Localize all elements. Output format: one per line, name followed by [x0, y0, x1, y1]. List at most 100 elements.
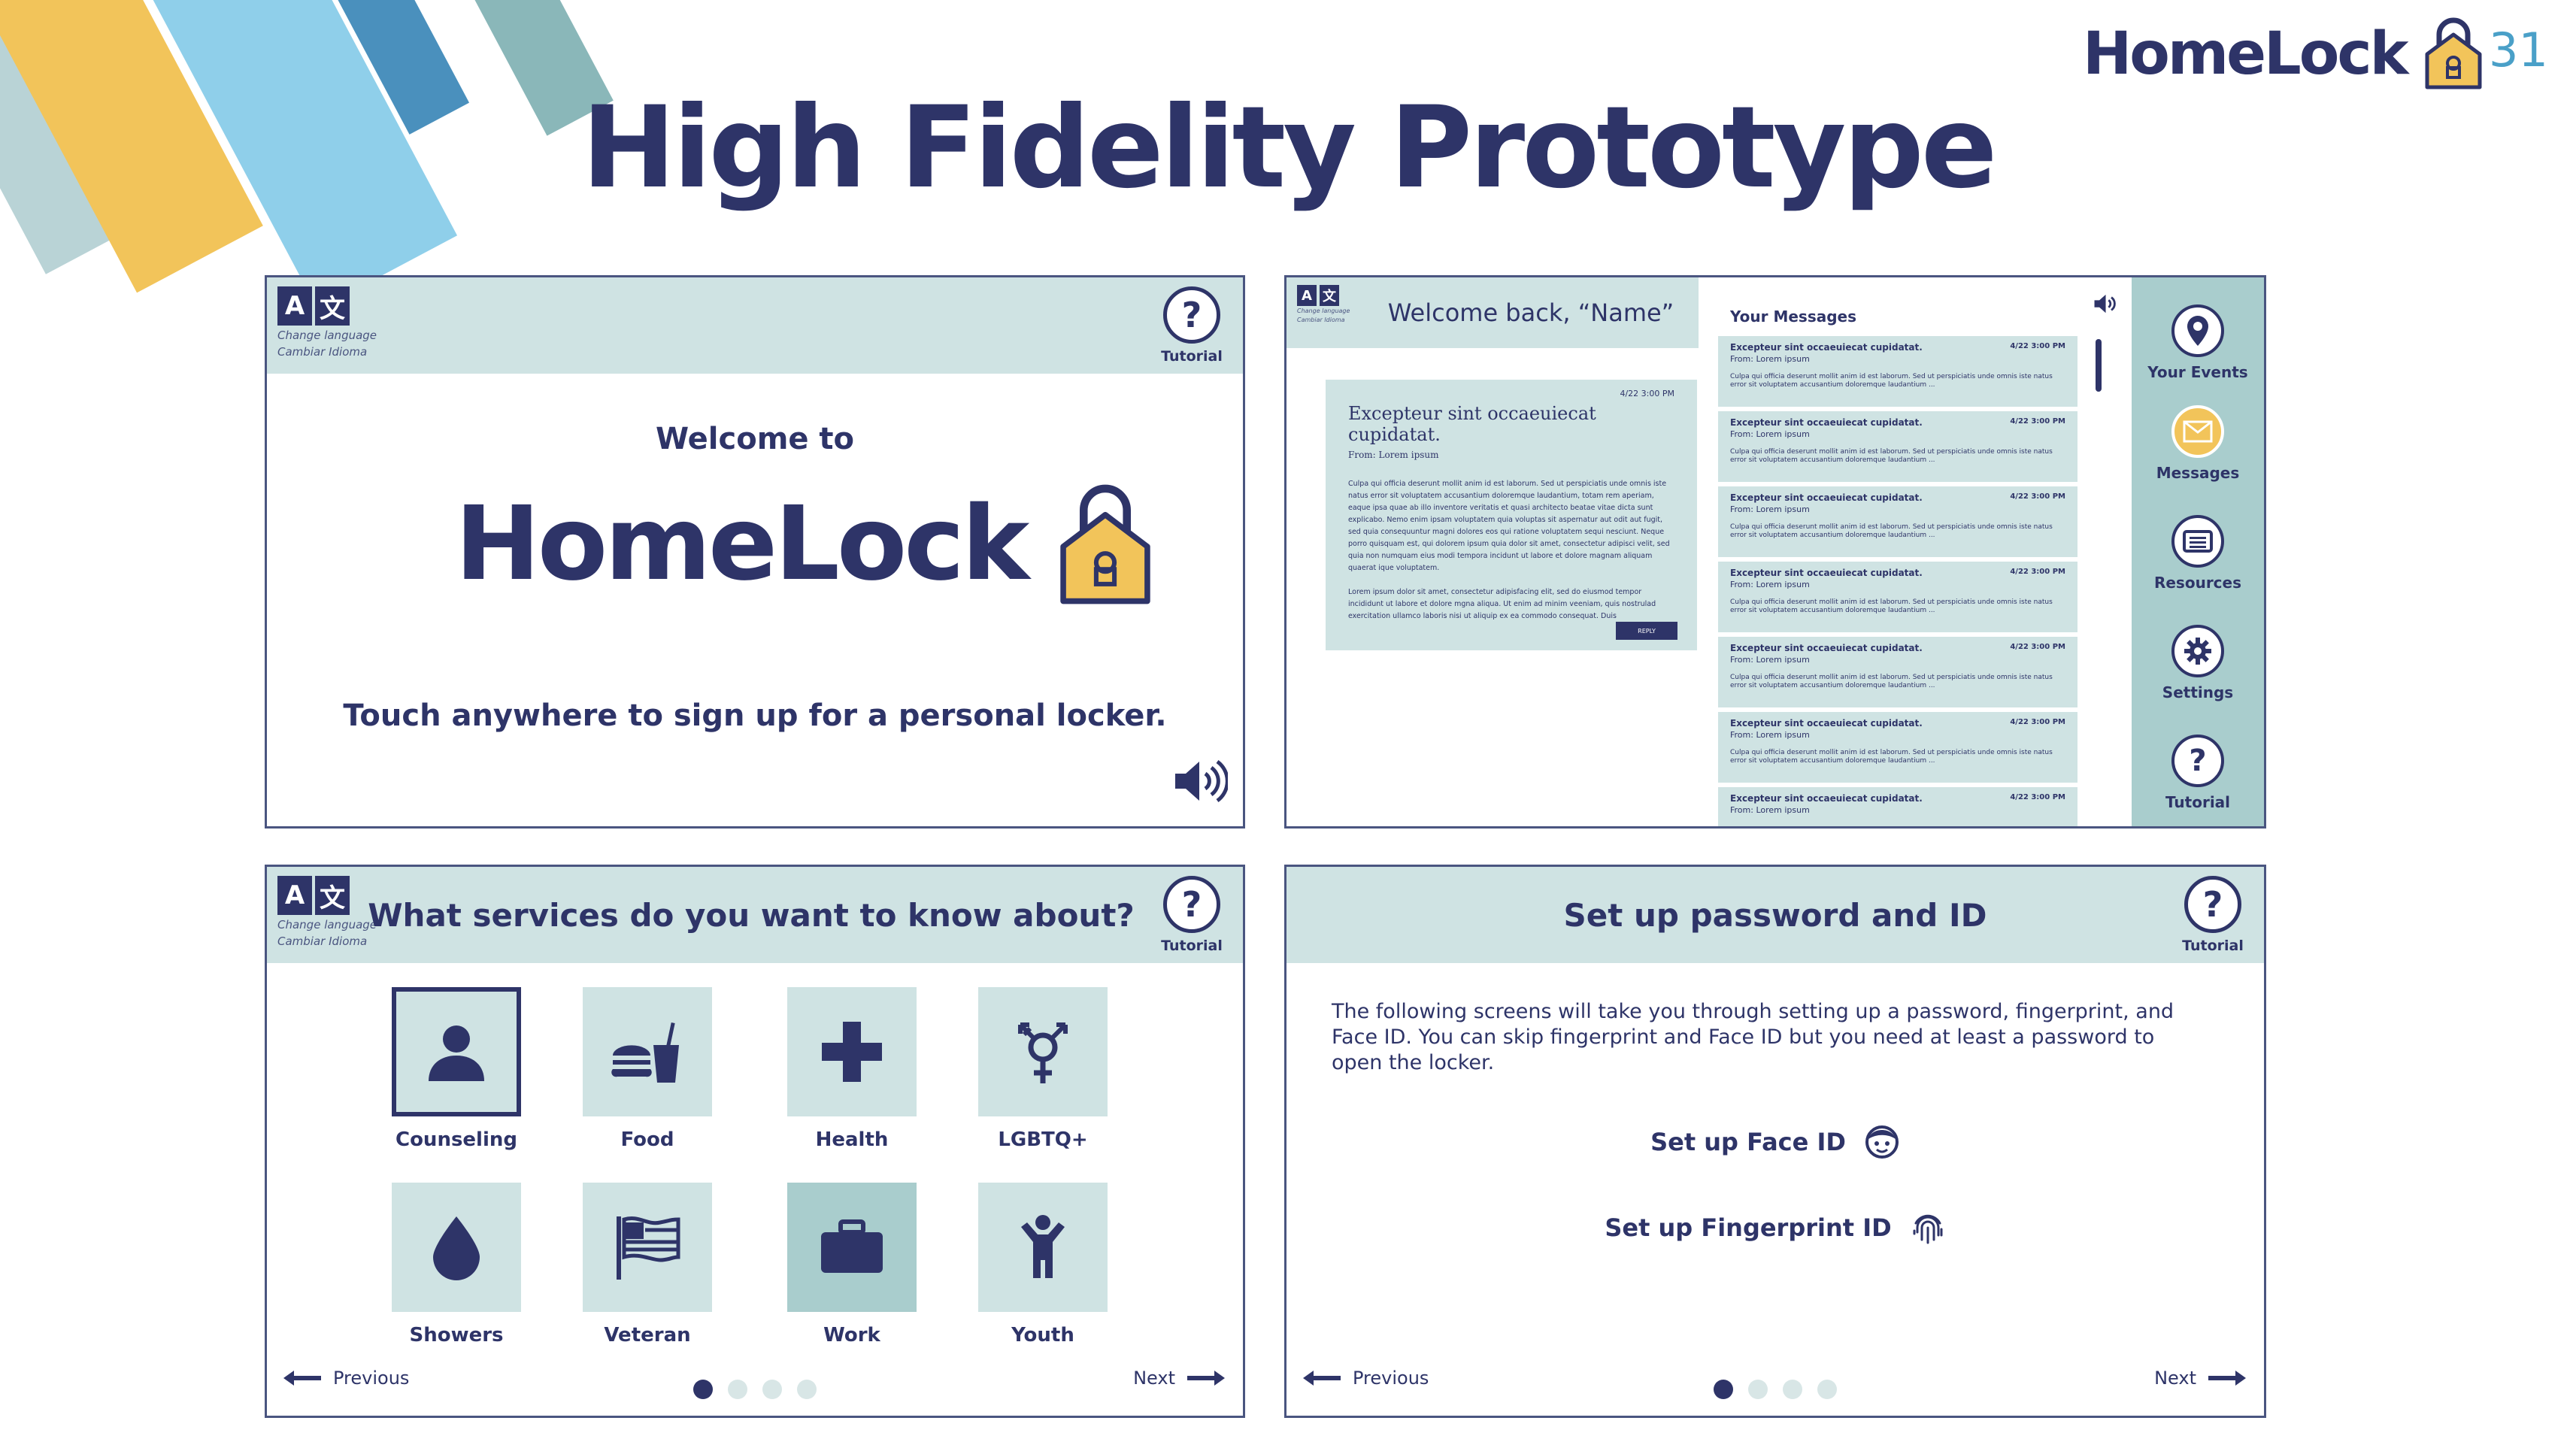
message-subject: Excepteur sint occaeuiecat cupidatat.	[1730, 793, 1923, 804]
question-icon: ?	[1163, 286, 1220, 344]
service-veteran[interactable]: Veteran	[581, 1183, 714, 1347]
question-icon: ?	[2171, 735, 2224, 787]
service-label: Work	[823, 1324, 880, 1347]
welcome-screen[interactable]: A 文 Change language Cambiar Idioma ? Tut…	[265, 275, 1245, 829]
arrow-right-icon	[2208, 1371, 2246, 1386]
page-dot[interactable]	[1748, 1380, 1768, 1399]
language-a-icon: A	[277, 286, 312, 326]
welcome-heading: Welcome to	[655, 422, 855, 456]
child-icon	[978, 1183, 1108, 1312]
service-showers[interactable]: Showers	[390, 1183, 523, 1347]
message-detail-body-2: Lorem ipsum dolor sit amet, consectetur …	[1348, 588, 1656, 620]
reply-button[interactable]: REPLY	[1616, 622, 1677, 640]
message-card[interactable]: Excepteur sint occaeuiecat cupidatat. 4/2…	[1718, 637, 2077, 707]
service-youth[interactable]: Youth	[977, 1183, 1109, 1347]
house-lock-icon	[2425, 17, 2482, 89]
nav-label: Resources	[2153, 574, 2242, 592]
message-detail-body: Culpa qui officia deserunt mollit anim i…	[1348, 480, 1670, 572]
tutorial-button[interactable]: ? Tutorial	[2177, 876, 2249, 954]
nav-settings[interactable]: Settings	[2132, 625, 2264, 701]
message-date: 4/22 3:00 PM	[2010, 417, 2065, 426]
nav-label: Messages	[2156, 464, 2240, 482]
side-navigation: Your Events Messages Resources Settings …	[2132, 277, 2264, 826]
page-dot[interactable]	[693, 1380, 713, 1399]
page-dot[interactable]	[762, 1380, 782, 1399]
service-health[interactable]: Health	[786, 987, 918, 1151]
face-icon	[1865, 1125, 1899, 1159]
envelope-icon	[2171, 405, 2224, 458]
page-dot[interactable]	[1714, 1380, 1733, 1399]
page-dot[interactable]	[797, 1380, 817, 1399]
service-label: Counseling	[395, 1128, 518, 1151]
nav-tutorial[interactable]: ? Tutorial	[2132, 735, 2264, 811]
message-subject: Excepteur sint occaeuiecat cupidatat.	[1730, 342, 1923, 353]
house-lock-icon	[1060, 484, 1151, 604]
page-dot[interactable]	[1783, 1380, 1802, 1399]
message-preview: Culpa qui officia deserunt mollit anim i…	[1730, 448, 2053, 464]
service-counseling[interactable]: Counseling	[390, 987, 523, 1151]
person-icon	[392, 987, 521, 1116]
nav-messages[interactable]: Messages	[2132, 405, 2264, 482]
tutorial-button[interactable]: ? Tutorial	[1156, 286, 1228, 365]
nav-resources[interactable]: Resources	[2132, 515, 2264, 592]
flag-icon	[583, 1183, 712, 1312]
setup-face-id-label: Set up Face ID	[1650, 1128, 1846, 1156]
arrow-right-icon	[1187, 1371, 1225, 1386]
message-preview: Culpa qui officia deserunt mollit anim i…	[1730, 674, 2053, 689]
message-from: From: Lorem ipsum	[1730, 655, 1810, 665]
nav-your-events[interactable]: Your Events	[2132, 304, 2264, 381]
message-card[interactable]: Excepteur sint occaeuiecat cupidatat. 4/2…	[1718, 336, 2077, 407]
medical-cross-icon	[787, 987, 917, 1116]
water-drop-icon	[392, 1183, 521, 1312]
change-language-button[interactable]: A 文 Change language Cambiar Idioma	[1297, 285, 1350, 324]
tutorial-label: Tutorial	[1161, 348, 1223, 365]
page-dot[interactable]	[1817, 1380, 1837, 1399]
change-language-label: Change language	[277, 329, 377, 342]
briefcase-icon	[787, 1183, 917, 1312]
service-label: Youth	[1011, 1324, 1074, 1347]
setup-fingerprint-button[interactable]: Set up Fingerprint ID	[1286, 1210, 2264, 1246]
password-description: The following screens will take you thro…	[1332, 1000, 2174, 1074]
gear-icon	[2171, 625, 2224, 677]
message-from: From: Lorem ipsum	[1730, 354, 1810, 364]
welcome-topbar	[267, 277, 1243, 374]
nav-label: Your Events	[2147, 363, 2248, 381]
message-date: 4/22 3:00 PM	[2010, 568, 2065, 576]
setup-face-id-button[interactable]: Set up Face ID	[1286, 1124, 2264, 1160]
tutorial-button[interactable]: ? Tutorial	[1156, 876, 1228, 954]
location-pin-icon	[2171, 304, 2224, 357]
message-detail-subject: Excepteur sint occaeuiecat cupidatat.	[1348, 403, 1596, 445]
message-from: From: Lorem ipsum	[1730, 730, 1810, 740]
message-detail: 4/22 3:00 PM Excepteur sint occaeuiecat …	[1326, 380, 1697, 650]
message-list[interactable]: Excepteur sint occaeuiecat cupidatat. 4/2…	[1718, 336, 2077, 826]
question-icon: ?	[2184, 876, 2241, 933]
message-from: From: Lorem ipsum	[1730, 429, 1810, 439]
cambiar-idioma-label: Cambiar Idioma	[277, 345, 368, 359]
your-messages-heading: Your Messages	[1730, 307, 1857, 326]
next-button[interactable]: Next	[1133, 1368, 1226, 1389]
message-list-scrollbar[interactable]	[2096, 339, 2102, 392]
message-subject: Excepteur sint occaeuiecat cupidatat.	[1730, 718, 1923, 729]
message-detail-from: From: Lorem ipsum	[1348, 450, 1439, 460]
service-food[interactable]: Food	[581, 987, 714, 1151]
message-subject: Excepteur sint occaeuiecat cupidatat.	[1730, 492, 1923, 503]
next-button[interactable]: Next	[2154, 1368, 2247, 1389]
language-a-icon: A	[1297, 285, 1317, 306]
change-language-button[interactable]: A 文 Change language Cambiar Idioma	[277, 286, 377, 359]
page-dot[interactable]	[728, 1380, 747, 1399]
message-from: From: Lorem ipsum	[1730, 504, 1810, 514]
message-card[interactable]: Excepteur sint occaeuiecat cupidatat. 4/2…	[1718, 562, 2077, 632]
message-date: 4/22 3:00 PM	[2010, 492, 2065, 501]
service-work[interactable]: Work	[786, 1183, 918, 1347]
service-lgbtq[interactable]: LGBTQ+	[977, 987, 1109, 1151]
message-card[interactable]: Excepteur sint occaeuiecat cupidatat. 4/2…	[1718, 712, 2077, 783]
message-card[interactable]: Excepteur sint occaeuiecat cupidatat. 4/2…	[1718, 411, 2077, 482]
message-card[interactable]: Excepteur sint occaeuiecat cupidatat. 4/2…	[1718, 787, 2077, 826]
message-date: 4/22 3:00 PM	[2010, 718, 2065, 726]
speaker-icon[interactable]	[1172, 757, 1228, 805]
speaker-icon[interactable]	[2093, 292, 2120, 315]
page-indicator	[1286, 1380, 2264, 1399]
message-card[interactable]: Excepteur sint occaeuiecat cupidatat. 4/2…	[1718, 486, 2077, 557]
messages-screen: A 文 Change language Cambiar Idioma Welco…	[1284, 275, 2266, 829]
homelock-wordmark: HomeLock	[455, 485, 1029, 604]
